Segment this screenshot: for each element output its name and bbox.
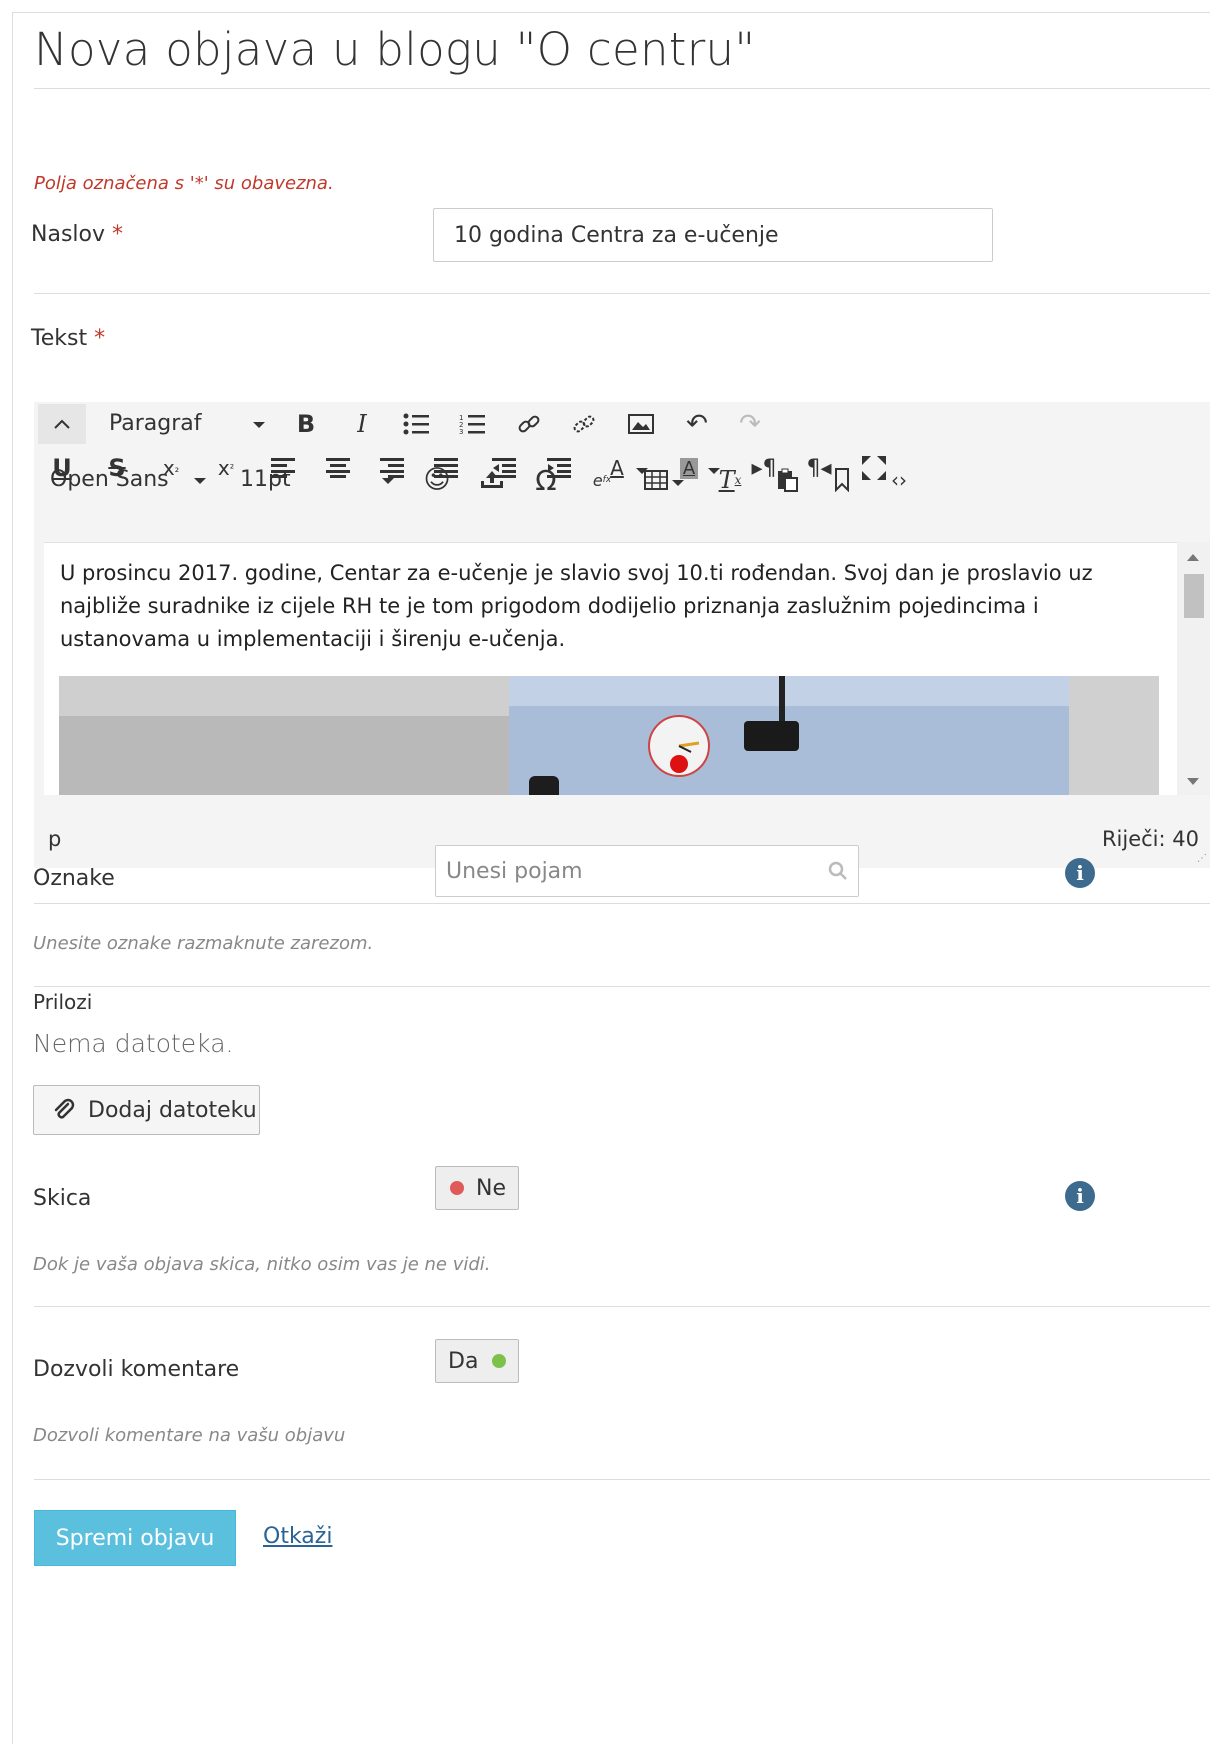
naslov-label: Naslov * <box>31 222 123 247</box>
numbered-list-icon[interactable]: 123 <box>452 404 492 444</box>
required-note: Polja označena s '*' su obavezna. <box>34 173 334 194</box>
undo-icon[interactable]: ↶ <box>677 404 717 444</box>
chevron-down-icon <box>194 478 206 484</box>
no-files-text: Nema datoteka. <box>33 1029 234 1058</box>
bullet-list-icon[interactable] <box>396 404 436 444</box>
editor-scrollbar[interactable] <box>1177 542 1210 795</box>
komentari-label: Dozvoli komentare <box>33 1357 240 1382</box>
tags-search-input[interactable]: Unesi pojam <box>435 845 859 897</box>
link-icon[interactable] <box>509 404 549 444</box>
font-family-select[interactable]: Open Sans <box>50 467 169 492</box>
chevron-down-icon <box>382 478 394 484</box>
divider <box>34 986 1210 987</box>
italic-icon[interactable]: I <box>342 404 382 444</box>
divider <box>34 1306 1210 1307</box>
clear-format-icon[interactable]: Tx <box>710 460 750 500</box>
embedded-photo <box>59 676 1159 795</box>
rich-text-editor: Paragraf B I 123 ↶ ↷ U S x₂ x² A A ▸¶ ¶◂… <box>34 402 1210 868</box>
cancel-link[interactable]: Otkaži <box>263 1524 332 1549</box>
title-input[interactable]: 10 godina Centra za e-učenje <box>433 208 993 262</box>
paste-icon[interactable] <box>767 460 807 500</box>
svg-text:3: 3 <box>459 428 463 435</box>
code-icon[interactable]: ‹› <box>879 460 919 500</box>
paperclip-icon <box>54 1098 75 1119</box>
table-icon[interactable] <box>636 460 676 500</box>
bookmark-icon[interactable] <box>822 460 862 500</box>
status-dot-green <box>492 1354 507 1368</box>
chevron-down-icon[interactable] <box>672 480 684 486</box>
editor-paragraph: U prosincu 2017. godine, Centar za e-uče… <box>60 561 1093 651</box>
page: Nova objava u blogu "O centru" Polja ozn… <box>12 12 1210 1744</box>
scroll-down-icon[interactable] <box>1187 778 1199 785</box>
emoticon-icon[interactable]: ☺ <box>417 460 457 500</box>
align-center-icon[interactable] <box>318 448 358 488</box>
font-size-select[interactable]: 11pt <box>240 467 291 492</box>
tags-placeholder: Unesi pojam <box>446 858 583 884</box>
status-dot-red <box>450 1181 464 1195</box>
oznake-label: Oznake <box>33 866 115 891</box>
page-title: Nova objava u blogu "O centru" <box>34 23 756 76</box>
info-icon[interactable]: i <box>1065 1181 1095 1211</box>
add-file-label: Dodaj datoteku <box>88 1097 257 1123</box>
comments-toggle-label: Da <box>448 1348 479 1374</box>
divider <box>34 903 1210 904</box>
scroll-thumb[interactable] <box>1184 574 1204 618</box>
omega-icon[interactable]: Ω <box>526 460 566 500</box>
equation-icon[interactable]: e fx <box>582 460 622 500</box>
skica-label: Skica <box>33 1186 92 1211</box>
unlink-icon[interactable] <box>564 404 604 444</box>
divider <box>34 1479 1210 1480</box>
bold-icon[interactable]: B <box>286 404 326 444</box>
title-input-value: 10 godina Centra za e-učenje <box>454 222 779 248</box>
word-count: Riječi: 40 <box>1101 827 1199 851</box>
chevron-down-icon <box>253 422 265 428</box>
draft-toggle[interactable]: Ne <box>435 1166 519 1210</box>
editor-content[interactable]: U prosincu 2017. godine, Centar za e-uče… <box>44 542 1177 795</box>
oznake-help: Unesite oznake razmaknute zarezom. <box>33 933 374 954</box>
element-path[interactable]: p <box>48 827 61 851</box>
redo-icon: ↷ <box>739 409 761 439</box>
add-file-button[interactable]: Dodaj datoteku <box>33 1085 260 1135</box>
comments-toggle[interactable]: Da <box>435 1339 519 1383</box>
save-post-button[interactable]: Spremi objavu <box>34 1510 236 1566</box>
tekst-label: Tekst * <box>31 326 106 351</box>
divider <box>34 88 1210 89</box>
divider <box>34 293 1210 294</box>
block-format-select[interactable]: Paragraf <box>109 411 202 436</box>
upload-icon[interactable] <box>472 460 512 500</box>
skica-help: Dok je vaša objava skica, nitko osim vas… <box>33 1254 491 1275</box>
info-icon[interactable]: i <box>1065 858 1095 888</box>
draft-toggle-label: Ne <box>476 1175 506 1201</box>
image-icon[interactable] <box>621 404 661 444</box>
prilozi-label: Prilozi <box>33 990 93 1014</box>
scroll-up-icon[interactable] <box>1187 554 1199 561</box>
komentari-help: Dozvoli komentare na vašu objavu <box>33 1425 346 1446</box>
collapse-icon[interactable] <box>38 404 86 444</box>
resize-handle-icon[interactable]: ⋰ <box>1197 853 1207 864</box>
search-icon <box>828 861 847 880</box>
